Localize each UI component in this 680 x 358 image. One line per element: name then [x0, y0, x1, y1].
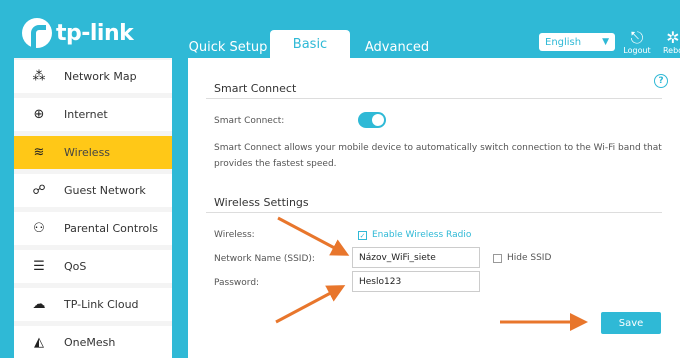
tab-basic[interactable]: Basic: [270, 30, 350, 58]
sidebar-item-label: TP-Link Cloud: [64, 298, 139, 311]
network-map-icon: ⁂: [32, 69, 46, 84]
hide-ssid-label: Hide SSID: [507, 253, 552, 263]
chevron-down-icon: ▼: [602, 37, 609, 47]
ssid-label: Network Name (SSID):: [214, 254, 315, 264]
language-select[interactable]: English ▼: [539, 33, 615, 51]
sidebar-item-parental-controls[interactable]: ⚇ Parental Controls: [14, 212, 172, 245]
enable-wireless-radio-label: Enable Wireless Radio: [372, 230, 472, 240]
tab-advanced[interactable]: Advanced: [352, 36, 442, 58]
sidebar-item-label: QoS: [64, 260, 87, 273]
parental-icon: ⚇: [33, 221, 45, 236]
sidebar-item-label: Network Map: [64, 70, 137, 83]
smart-connect-label: Smart Connect:: [214, 116, 285, 126]
smart-connect-description: Smart Connect allows your mobile device …: [214, 143, 662, 169]
wireless-settings-title: Wireless Settings: [214, 196, 309, 209]
password-value: Heslo123: [359, 276, 402, 287]
logout-icon: ⎋: [630, 28, 644, 47]
sidebar-item-wireless[interactable]: ≋ Wireless: [14, 136, 172, 169]
sidebar-item-internet[interactable]: ⊕ Internet: [14, 98, 172, 131]
sidebar-item-label: Wireless: [64, 146, 111, 159]
smart-connect-title: Smart Connect: [214, 82, 297, 95]
password-input[interactable]: Heslo123: [352, 271, 480, 292]
reboot-label: Rebo: [662, 46, 680, 55]
sidebar-item-label: Parental Controls: [64, 222, 158, 235]
divider: [206, 212, 662, 213]
sidebar-item-qos[interactable]: ☰ QoS: [14, 250, 172, 283]
cloud-icon: ☁: [32, 297, 46, 312]
sidebar-item-guest-network[interactable]: ☍ Guest Network: [14, 174, 172, 207]
guest-icon: ☍: [32, 183, 46, 198]
reboot-icon: ✲: [666, 28, 680, 47]
onemesh-icon: ◭: [34, 335, 44, 350]
enable-wireless-radio-checkbox[interactable]: ✓ Enable Wireless Radio: [358, 230, 471, 240]
password-label: Password:: [214, 278, 260, 288]
sidebar-item-label: OneMesh: [64, 336, 116, 349]
logo-mark-icon: [22, 18, 52, 52]
globe-icon: ⊕: [33, 107, 45, 122]
sidebar: ⁂ Network Map ⊕ Internet ≋ Wireless ☍ Gu…: [14, 58, 172, 358]
sidebar-item-network-map[interactable]: ⁂ Network Map: [14, 60, 172, 93]
logout-button[interactable]: ⎋ Logout: [622, 28, 652, 56]
sidebar-item-tp-link-cloud[interactable]: ☁ TP-Link Cloud: [14, 288, 172, 321]
help-icon[interactable]: ?: [654, 74, 668, 88]
wifi-icon: ≋: [33, 145, 45, 160]
logout-label: Logout: [623, 46, 651, 55]
qos-icon: ☰: [33, 259, 45, 274]
language-value: English: [545, 36, 582, 48]
tab-quick-setup[interactable]: Quick Setup: [188, 36, 268, 58]
checkbox-checked-icon: ✓: [358, 230, 367, 240]
main-panel: ? Smart Connect Smart Connect: Smart Con…: [188, 58, 680, 358]
wireless-label: Wireless:: [214, 230, 255, 240]
reboot-button[interactable]: ✲ Rebo: [658, 28, 680, 56]
brand-name: tp-link: [56, 20, 134, 46]
checkbox-empty-icon: [493, 253, 502, 263]
ssid-value: Názov_WiFi_siete: [359, 252, 436, 263]
save-button[interactable]: Save: [601, 312, 661, 334]
sidebar-item-onemesh[interactable]: ◭ OneMesh: [14, 326, 172, 358]
ssid-input[interactable]: Názov_WiFi_siete: [352, 247, 480, 268]
smart-connect-toggle[interactable]: [358, 112, 386, 128]
sidebar-item-label: Internet: [64, 108, 108, 121]
sidebar-item-label: Guest Network: [64, 184, 146, 197]
divider: [206, 98, 662, 99]
hide-ssid-checkbox[interactable]: Hide SSID: [493, 253, 551, 263]
top-header: tp-link Quick Setup Basic Advanced Engli…: [0, 0, 680, 58]
tp-link-logo: tp-link: [22, 18, 134, 52]
